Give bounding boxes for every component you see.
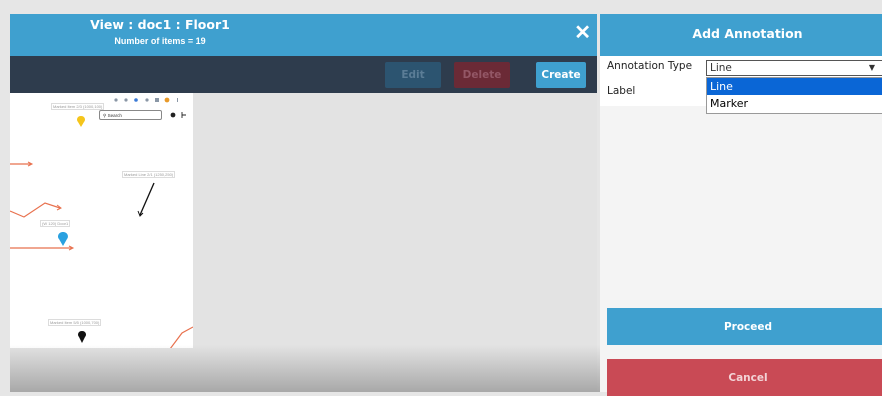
close-icon[interactable]: ✕ (574, 23, 591, 43)
annotation-type-value: Line (710, 62, 732, 74)
cancel-button[interactable]: Cancel (607, 359, 882, 396)
option-line[interactable]: Line (707, 78, 882, 95)
create-button[interactable]: Create (536, 62, 586, 88)
map-label: Marked Item 5/5 (1000,700) (48, 319, 102, 326)
map-label: Marked Line 2/1 (1250,250) (122, 171, 176, 178)
edit-button[interactable]: Edit (385, 62, 441, 88)
map-lines (10, 161, 193, 348)
map-drawing (10, 97, 193, 348)
annotation-type-dropdown: Line Marker (706, 77, 882, 114)
map-toolbar-icons (114, 97, 178, 103)
toolbar: Edit Delete Create (10, 56, 597, 93)
label-field-label: Label (607, 85, 636, 97)
delete-button[interactable]: Delete (454, 62, 510, 88)
panel-header: Add Annotation (600, 14, 882, 56)
item-count: Number of items = 19 (114, 36, 206, 46)
floor-map[interactable]: Marked Item 2/3 (1000,100) Marked Line 2… (10, 93, 193, 348)
proceed-button[interactable]: Proceed (607, 308, 882, 345)
map-search-input[interactable]: ⚲ Search (99, 110, 162, 120)
map-search-icons (170, 112, 186, 118)
panel-title: Add Annotation (692, 26, 803, 41)
bottom-fade (10, 345, 600, 392)
search-icon: ⚲ (103, 113, 107, 118)
map-label: Marked Item 2/3 (1000,100) (51, 103, 105, 110)
annotation-panel: Annotation Type Label Line ▼ Line Marker… (600, 56, 882, 396)
map-search-placeholder: Search (107, 113, 122, 118)
view-title: View : doc1 : Floor1 (90, 17, 230, 32)
map-label: (W 120) Door1 (40, 220, 71, 227)
option-marker[interactable]: Marker (707, 95, 882, 112)
view-header: View : doc1 : Floor1 Number of items = 1… (10, 14, 597, 56)
annotation-type-select[interactable]: Line ▼ (706, 60, 882, 76)
chevron-down-icon: ▼ (868, 63, 875, 72)
annotation-type-label: Annotation Type (607, 60, 693, 72)
map-markers (58, 116, 86, 343)
